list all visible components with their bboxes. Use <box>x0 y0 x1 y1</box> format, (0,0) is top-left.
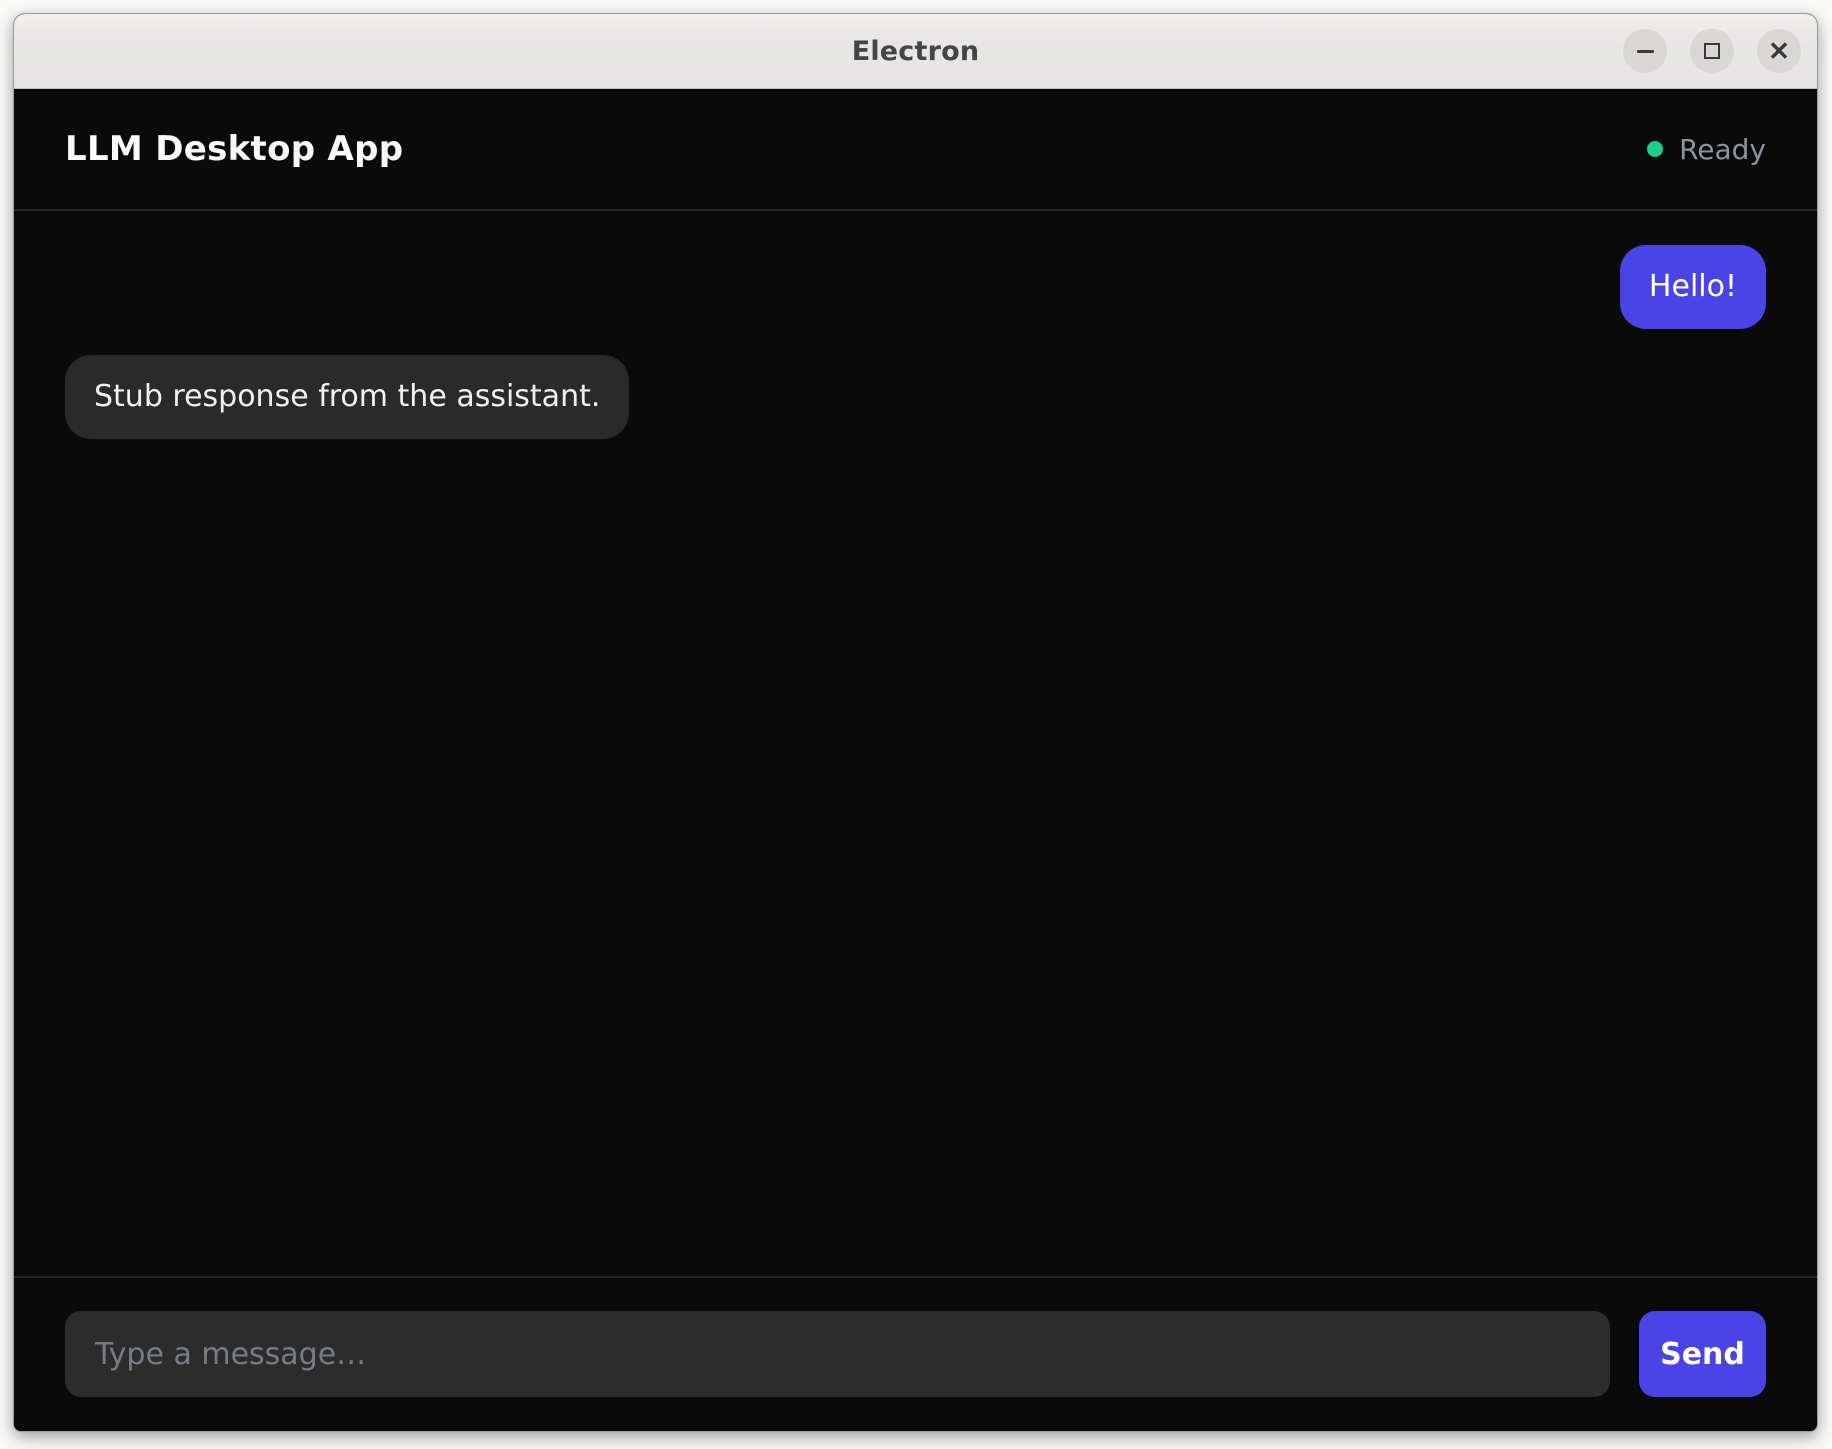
status-label: Ready <box>1679 133 1766 166</box>
chat-bubble-assistant: Stub response from the assistant. <box>65 355 629 439</box>
window-controls: ✕ <box>1623 14 1801 88</box>
composer: Send <box>14 1276 1817 1431</box>
app-content: LLM Desktop App Ready Hello! Stub respon… <box>14 89 1817 1431</box>
app-window: Electron ✕ LLM Desktop App Ready Hello! <box>13 13 1818 1432</box>
chat-message-list[interactable]: Hello! Stub response from the assistant. <box>14 211 1817 1276</box>
page-title: LLM Desktop App <box>65 129 403 169</box>
close-icon: ✕ <box>1768 38 1790 64</box>
maximize-icon <box>1704 43 1720 59</box>
status-dot-icon <box>1647 141 1663 157</box>
chat-bubble-user: Hello! <box>1620 245 1766 329</box>
minimize-button[interactable] <box>1623 29 1667 73</box>
close-button[interactable]: ✕ <box>1757 29 1801 73</box>
send-button[interactable]: Send <box>1639 1311 1766 1397</box>
maximize-button[interactable] <box>1690 29 1734 73</box>
window-title: Electron <box>852 36 980 67</box>
minimize-icon <box>1637 50 1654 53</box>
status-indicator: Ready <box>1647 133 1766 166</box>
message-input[interactable] <box>65 1311 1610 1397</box>
titlebar[interactable]: Electron ✕ <box>14 14 1817 89</box>
app-header: LLM Desktop App Ready <box>14 89 1817 211</box>
